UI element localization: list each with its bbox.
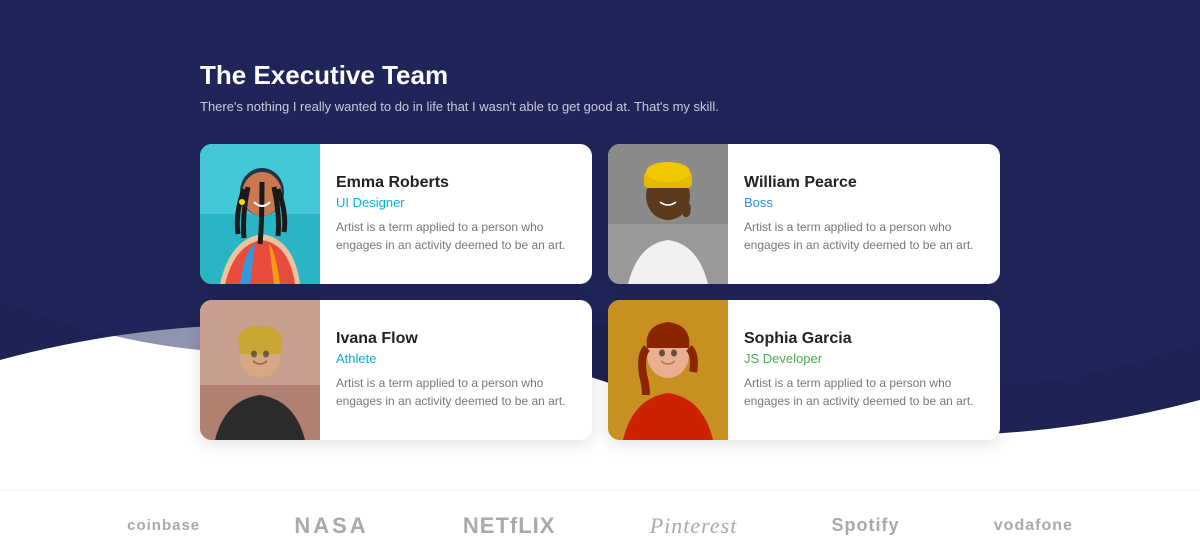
logo-spotify: Spotify [832, 515, 900, 536]
card-desc-sophia: Artist is a term applied to a person who… [744, 374, 984, 410]
card-body-sophia: Sophia Garcia JS Developer Artist is a t… [728, 300, 1000, 440]
logo-netflix: NETfLIX [463, 513, 556, 539]
card-body-william: William Pearce Boss Artist is a term app… [728, 144, 1000, 284]
card-role-ivana: Athlete [336, 351, 576, 366]
team-card-ivana[interactable]: Ivana Flow Athlete Artist is a term appl… [200, 300, 592, 440]
avatar-ivana [200, 300, 320, 440]
card-name-william: William Pearce [744, 174, 984, 192]
card-role-sophia: JS Developer [744, 351, 984, 366]
card-desc-emma: Artist is a term applied to a person who… [336, 218, 576, 254]
card-role-emma: UI Designer [336, 195, 576, 210]
team-card-sophia[interactable]: Sophia Garcia JS Developer Artist is a t… [608, 300, 1000, 440]
logo-coinbase: coinbase [127, 517, 200, 534]
section-title: The Executive Team [200, 60, 1000, 91]
team-grid: Emma Roberts UI Designer Artist is a ter… [200, 144, 1000, 440]
avatar-sophia [608, 300, 728, 440]
logo-nasa: NASA [294, 513, 368, 539]
card-desc-ivana: Artist is a term applied to a person who… [336, 374, 576, 410]
logo-vodafone: vodafone [994, 517, 1073, 535]
card-role-william: Boss [744, 195, 984, 210]
card-name-emma: Emma Roberts [336, 174, 576, 192]
card-desc-william: Artist is a term applied to a person who… [744, 218, 984, 254]
team-card-william[interactable]: William Pearce Boss Artist is a term app… [608, 144, 1000, 284]
main-content: The Executive Team There's nothing I rea… [0, 0, 1200, 440]
logos-bar: coinbase NASA NETfLIX Pinterest Spotify … [0, 490, 1200, 560]
card-name-ivana: Ivana Flow [336, 330, 576, 348]
avatar-emma [200, 144, 320, 284]
avatar-william [608, 144, 728, 284]
card-body-ivana: Ivana Flow Athlete Artist is a term appl… [320, 300, 592, 440]
section-subtitle: There's nothing I really wanted to do in… [200, 99, 1000, 114]
team-card-emma[interactable]: Emma Roberts UI Designer Artist is a ter… [200, 144, 592, 284]
card-name-sophia: Sophia Garcia [744, 330, 984, 348]
card-body-emma: Emma Roberts UI Designer Artist is a ter… [320, 144, 592, 284]
logo-pinterest: Pinterest [650, 513, 738, 539]
